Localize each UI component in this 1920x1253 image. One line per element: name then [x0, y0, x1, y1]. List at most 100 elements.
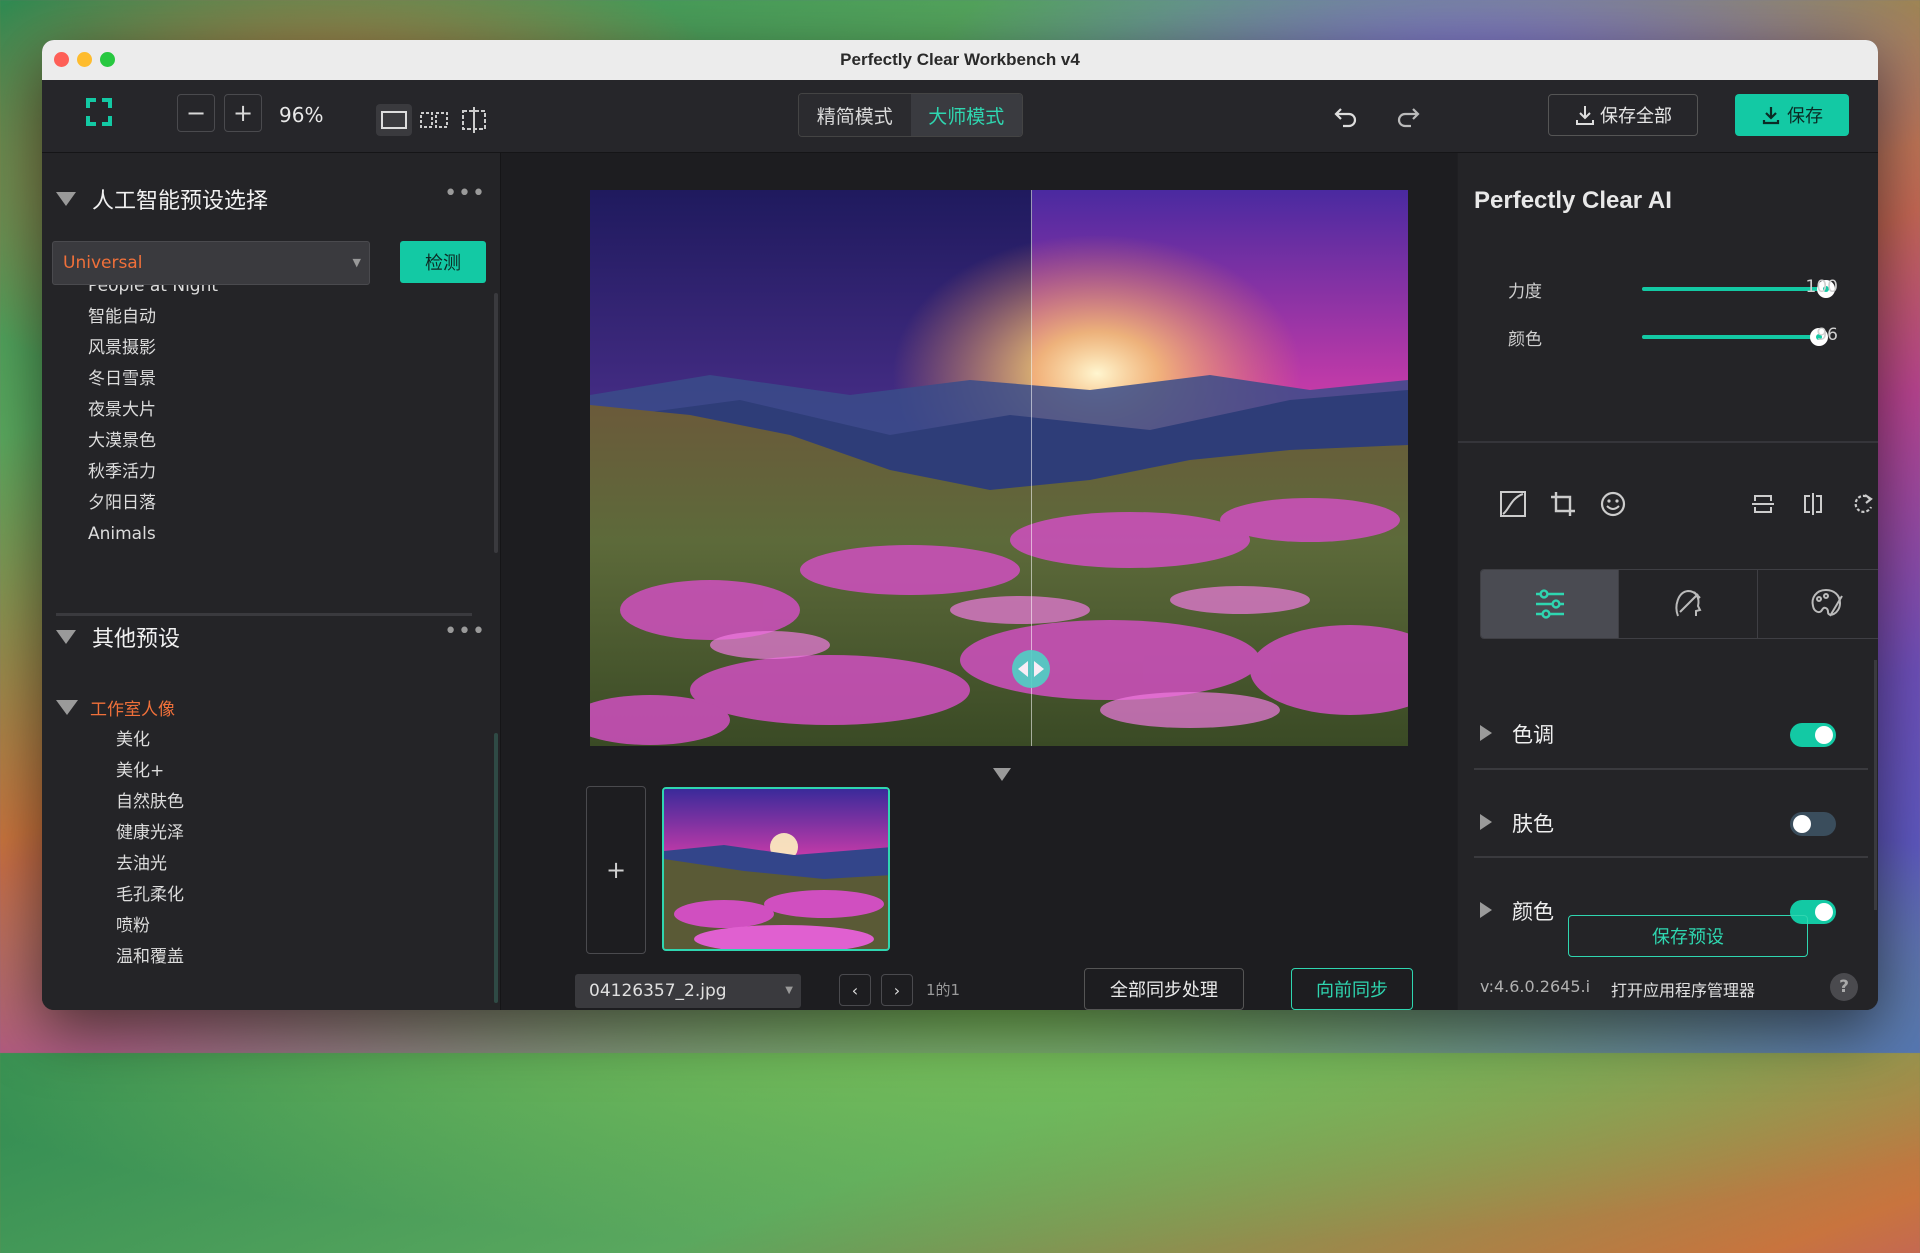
zoom-out-button[interactable]: −	[177, 94, 215, 132]
tab-creative[interactable]	[1758, 570, 1878, 638]
minus-icon: −	[185, 99, 207, 127]
other-presets-scrollbar[interactable]	[494, 733, 498, 1003]
next-image-button[interactable]: ›	[881, 974, 913, 1006]
section-divider	[1474, 768, 1868, 770]
undo-button[interactable]	[1328, 100, 1364, 134]
list-item[interactable]: Animals	[88, 519, 478, 550]
face-retouch-icon	[1675, 589, 1702, 617]
ai-presets-header[interactable]: 人工智能预设选择	[56, 183, 268, 215]
redo-button[interactable]	[1390, 100, 1426, 134]
list-item[interactable]: People at Night	[88, 285, 478, 302]
plus-icon: +	[605, 856, 627, 884]
adjustments-panel: Perfectly Clear AI 力度 100 颜色 96 色调 肤色 颜色…	[1458, 153, 1878, 1010]
list-item[interactable]: 夜景大片	[88, 395, 478, 426]
list-item[interactable]: 智能自动	[88, 302, 478, 333]
list-item[interactable]: 美化	[116, 725, 184, 756]
detect-button[interactable]: 检测	[400, 241, 486, 283]
other-presets-title: 其他预设	[92, 627, 181, 652]
curves-tool-button[interactable]	[1496, 487, 1530, 521]
app-logo-icon	[86, 98, 112, 126]
slider-track[interactable]	[1642, 280, 1835, 298]
chevron-down-icon: ▼	[785, 985, 793, 996]
smiley-icon	[1600, 491, 1626, 517]
tone-section[interactable]: 色调	[1474, 713, 1874, 753]
studio-portrait-group[interactable]: 工作室人像	[56, 695, 175, 720]
compare-slider-handle[interactable]	[1012, 650, 1050, 688]
single-view-button[interactable]	[376, 104, 412, 136]
list-item[interactable]: 喷粉	[116, 911, 184, 942]
slider-track[interactable]	[1642, 328, 1828, 346]
save-button[interactable]: 保存	[1735, 94, 1849, 136]
flip-vertical-button[interactable]	[1746, 487, 1780, 521]
list-item[interactable]: 冬日雪景	[88, 364, 478, 395]
list-item[interactable]: 健康光泽	[116, 818, 184, 849]
zoom-in-button[interactable]: +	[224, 94, 262, 132]
crop-icon	[1551, 492, 1575, 516]
skin-tone-section[interactable]: 肤色	[1474, 802, 1874, 842]
add-image-button[interactable]: +	[586, 786, 646, 954]
single-view-icon	[381, 111, 407, 129]
master-mode-tab[interactable]: 大师模式	[910, 94, 1022, 136]
list-item[interactable]: 秋季活力	[88, 457, 478, 488]
simple-mode-tab[interactable]: 精简模式	[799, 94, 911, 136]
image-thumbnail[interactable]	[662, 787, 890, 951]
palette-icon	[1811, 588, 1844, 617]
plus-icon: +	[232, 99, 254, 127]
flip-horizontal-button[interactable]	[1796, 487, 1830, 521]
adjustment-tabs	[1480, 569, 1878, 639]
help-icon[interactable]: ?	[1830, 973, 1858, 1001]
save-all-label: 保存全部	[1600, 106, 1672, 127]
portrait-preset-list: 美化 美化+ 自然肤色 健康光泽 去油光 毛孔柔化 喷粉 温和覆盖	[116, 725, 184, 973]
panel-divider	[1458, 441, 1878, 443]
main-photo[interactable]	[590, 190, 1408, 746]
tab-retouch[interactable]	[1619, 570, 1758, 638]
skin-tone-toggle[interactable]	[1790, 812, 1836, 836]
face-tool-button[interactable]	[1596, 487, 1630, 521]
color-slider[interactable]: 颜色 96	[1458, 321, 1878, 351]
flip-horizontal-icon	[1804, 493, 1822, 515]
slider-value: 100	[1805, 277, 1838, 297]
slider-label: 颜色	[1508, 330, 1542, 350]
save-preset-button[interactable]: 保存预设	[1568, 915, 1808, 957]
panel-scrollbar[interactable]	[1874, 660, 1877, 910]
collapse-filmstrip-icon[interactable]	[993, 768, 1011, 781]
crop-tool-button[interactable]	[1546, 487, 1580, 521]
strength-slider[interactable]: 力度 100	[1458, 273, 1878, 303]
list-item[interactable]: 毛孔柔化	[116, 880, 184, 911]
preset-select-value: Universal	[63, 253, 143, 273]
file-select[interactable]: 04126357_2.jpg ▼	[575, 974, 801, 1008]
slider-fill	[1642, 335, 1819, 339]
app-manager-link[interactable]: 打开应用程序管理器	[1611, 977, 1755, 1001]
list-item[interactable]: 温和覆盖	[116, 942, 184, 973]
section-label: 颜色	[1512, 900, 1554, 924]
list-item[interactable]: 夕阳日落	[88, 488, 478, 519]
expand-triangle-icon	[1480, 814, 1492, 830]
rotate-button[interactable]	[1846, 487, 1878, 521]
list-item[interactable]: 大漠景色	[88, 426, 478, 457]
prev-image-button[interactable]: ‹	[839, 974, 871, 1006]
preset-list-scrollbar[interactable]	[494, 293, 498, 553]
more-options-icon[interactable]: •••	[444, 181, 486, 206]
more-options-icon[interactable]: •••	[444, 619, 486, 644]
collapse-triangle-icon	[56, 630, 76, 644]
list-item[interactable]: 去油光	[116, 849, 184, 880]
other-presets-header[interactable]: 其他预设	[56, 621, 180, 653]
tone-toggle[interactable]	[1790, 723, 1836, 747]
toggle-knob	[1815, 903, 1833, 921]
group-label: 工作室人像	[90, 700, 175, 720]
slider-label: 力度	[1508, 282, 1542, 302]
rotate-icon	[1854, 494, 1873, 513]
preset-select[interactable]: Universal ▼	[52, 241, 370, 285]
section-label: 肤色	[1512, 812, 1554, 836]
save-all-button[interactable]: 保存全部	[1548, 94, 1698, 136]
list-item[interactable]: 美化+	[116, 756, 184, 787]
sync-all-button[interactable]: 全部同步处理	[1084, 968, 1244, 1010]
crop-compare-button[interactable]	[456, 104, 492, 136]
tab-adjust[interactable]	[1481, 570, 1620, 638]
list-item[interactable]: 自然肤色	[116, 787, 184, 818]
sync-forward-button[interactable]: 向前同步	[1291, 968, 1413, 1010]
list-item[interactable]: 风景摄影	[88, 333, 478, 364]
ai-preset-list: People at Night 智能自动 风景摄影 冬日雪景 夜景大片 大漠景色…	[88, 285, 478, 555]
split-view-button[interactable]	[416, 104, 452, 136]
toggle-knob	[1793, 815, 1811, 833]
